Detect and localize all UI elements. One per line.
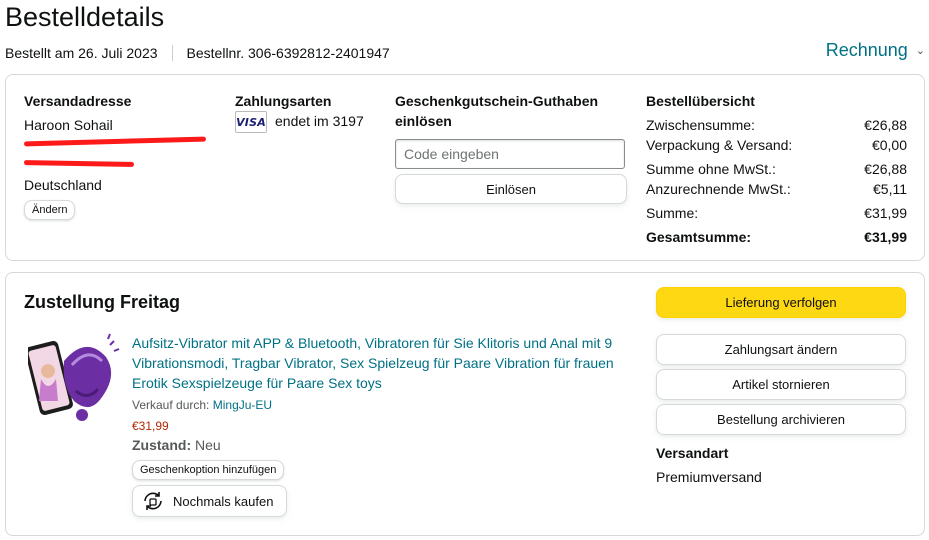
gift-card-heading-2: einlösen [395,113,452,129]
condition-label: Zustand: [132,437,192,453]
order-info-card: Versandadresse Haroon Sohail Deutschland… [5,74,925,261]
summary-row: Zwischensumme: €26,88 [646,115,907,135]
summary-value: €5,11 [873,181,907,197]
invoice-dropdown[interactable]: Rechnung ⌄ [826,40,925,61]
redacted-city [23,160,135,167]
summary-value: €31,99 [864,205,907,221]
page-title: Bestelldetails [5,2,165,32]
summary-value: €0,00 [871,137,907,153]
seller-line: Verkauf durch: MingJu-EU [132,397,272,413]
seller-link[interactable]: MingJu-EU [213,398,272,412]
visa-card-icon: VISA [235,111,267,133]
shipping-method-heading: Versandart [656,445,729,461]
buy-again-label: Nochmals kaufen [173,493,274,509]
shipping-address-heading: Versandadresse [24,93,132,109]
summary-value: €26,88 [864,161,907,177]
gift-code-input[interactable] [395,139,625,169]
redacted-street [23,136,207,147]
product-image[interactable] [25,331,122,427]
redeem-button[interactable]: Einlösen [395,174,627,204]
buy-again-icon [141,489,165,513]
summary-label: Summe: [646,205,699,221]
summary-row: Summe ohne MwSt.: €26,88 [646,159,907,179]
delivery-heading: Zustellung Freitag [24,292,181,312]
condition-value: Neu [195,437,221,453]
chevron-down-icon: ⌄ [915,45,925,57]
change-payment-button[interactable]: Zahlungsart ändern [656,334,906,365]
payment-heading: Zahlungsarten [235,93,332,109]
summary-row: Anzurechnende MwSt.: €5,11 [646,179,907,199]
sold-by-label: Verkauf durch: [132,398,210,412]
buy-again-button[interactable]: Nochmals kaufen [132,485,287,517]
order-date: Bestellt am 26. Juli 2023 [5,45,158,61]
divider [171,45,173,61]
summary-label: Zwischensumme: [646,117,755,133]
change-address-button[interactable]: Ändern [24,200,76,220]
card-ending: endet im 3197 [275,113,364,129]
gift-card-heading-1: Geschenkgutschein-Guthaben [395,93,599,109]
card-brand: VISA [236,115,266,129]
summary-value: €31,99 [864,229,907,245]
summary-label: Anzurechnende MwSt.: [646,181,791,197]
summary-value: €26,88 [864,117,907,133]
invoice-label: Rechnung [825,40,908,60]
order-meta: Bestellt am 26. Juli 2023 Bestellnr. 306… [5,44,390,62]
summary-row: Verpackung & Versand: €0,00 [646,135,907,155]
summary-label: Summe ohne MwSt.: [646,161,776,177]
country: Deutschland [24,177,102,193]
summary-label: Verpackung & Versand: [646,137,793,153]
product-image-graphic [25,333,120,421]
archive-order-button[interactable]: Bestellung archivieren [656,404,906,435]
summary-heading: Bestellübersicht [646,93,755,109]
order-number: Bestellnr. 306-6392812-2401947 [186,45,390,61]
summary-label: Gesamtsumme: [646,229,752,245]
product-title-link[interactable]: Aufsitz-Vibrator mit APP & Bluetooth, Vi… [132,333,632,393]
condition-line: Zustand: Neu [132,435,221,455]
track-package-button[interactable]: Lieferung verfolgen [656,287,906,318]
summary-total-row: Gesamtsumme: €31,99 [646,227,907,247]
shipping-method-value: Premiumversand [656,469,762,485]
recipient-name: Haroon Sohail [24,117,113,133]
shipment-card: Zustellung Freitag Aufsitz-Vibrator mit … [5,272,925,536]
summary-row: Summe: €31,99 [646,203,907,223]
add-gift-option-button[interactable]: Geschenkoption hinzufügen [132,460,285,480]
product-price: €31,99 [132,419,169,433]
cancel-items-button[interactable]: Artikel stornieren [656,369,906,400]
